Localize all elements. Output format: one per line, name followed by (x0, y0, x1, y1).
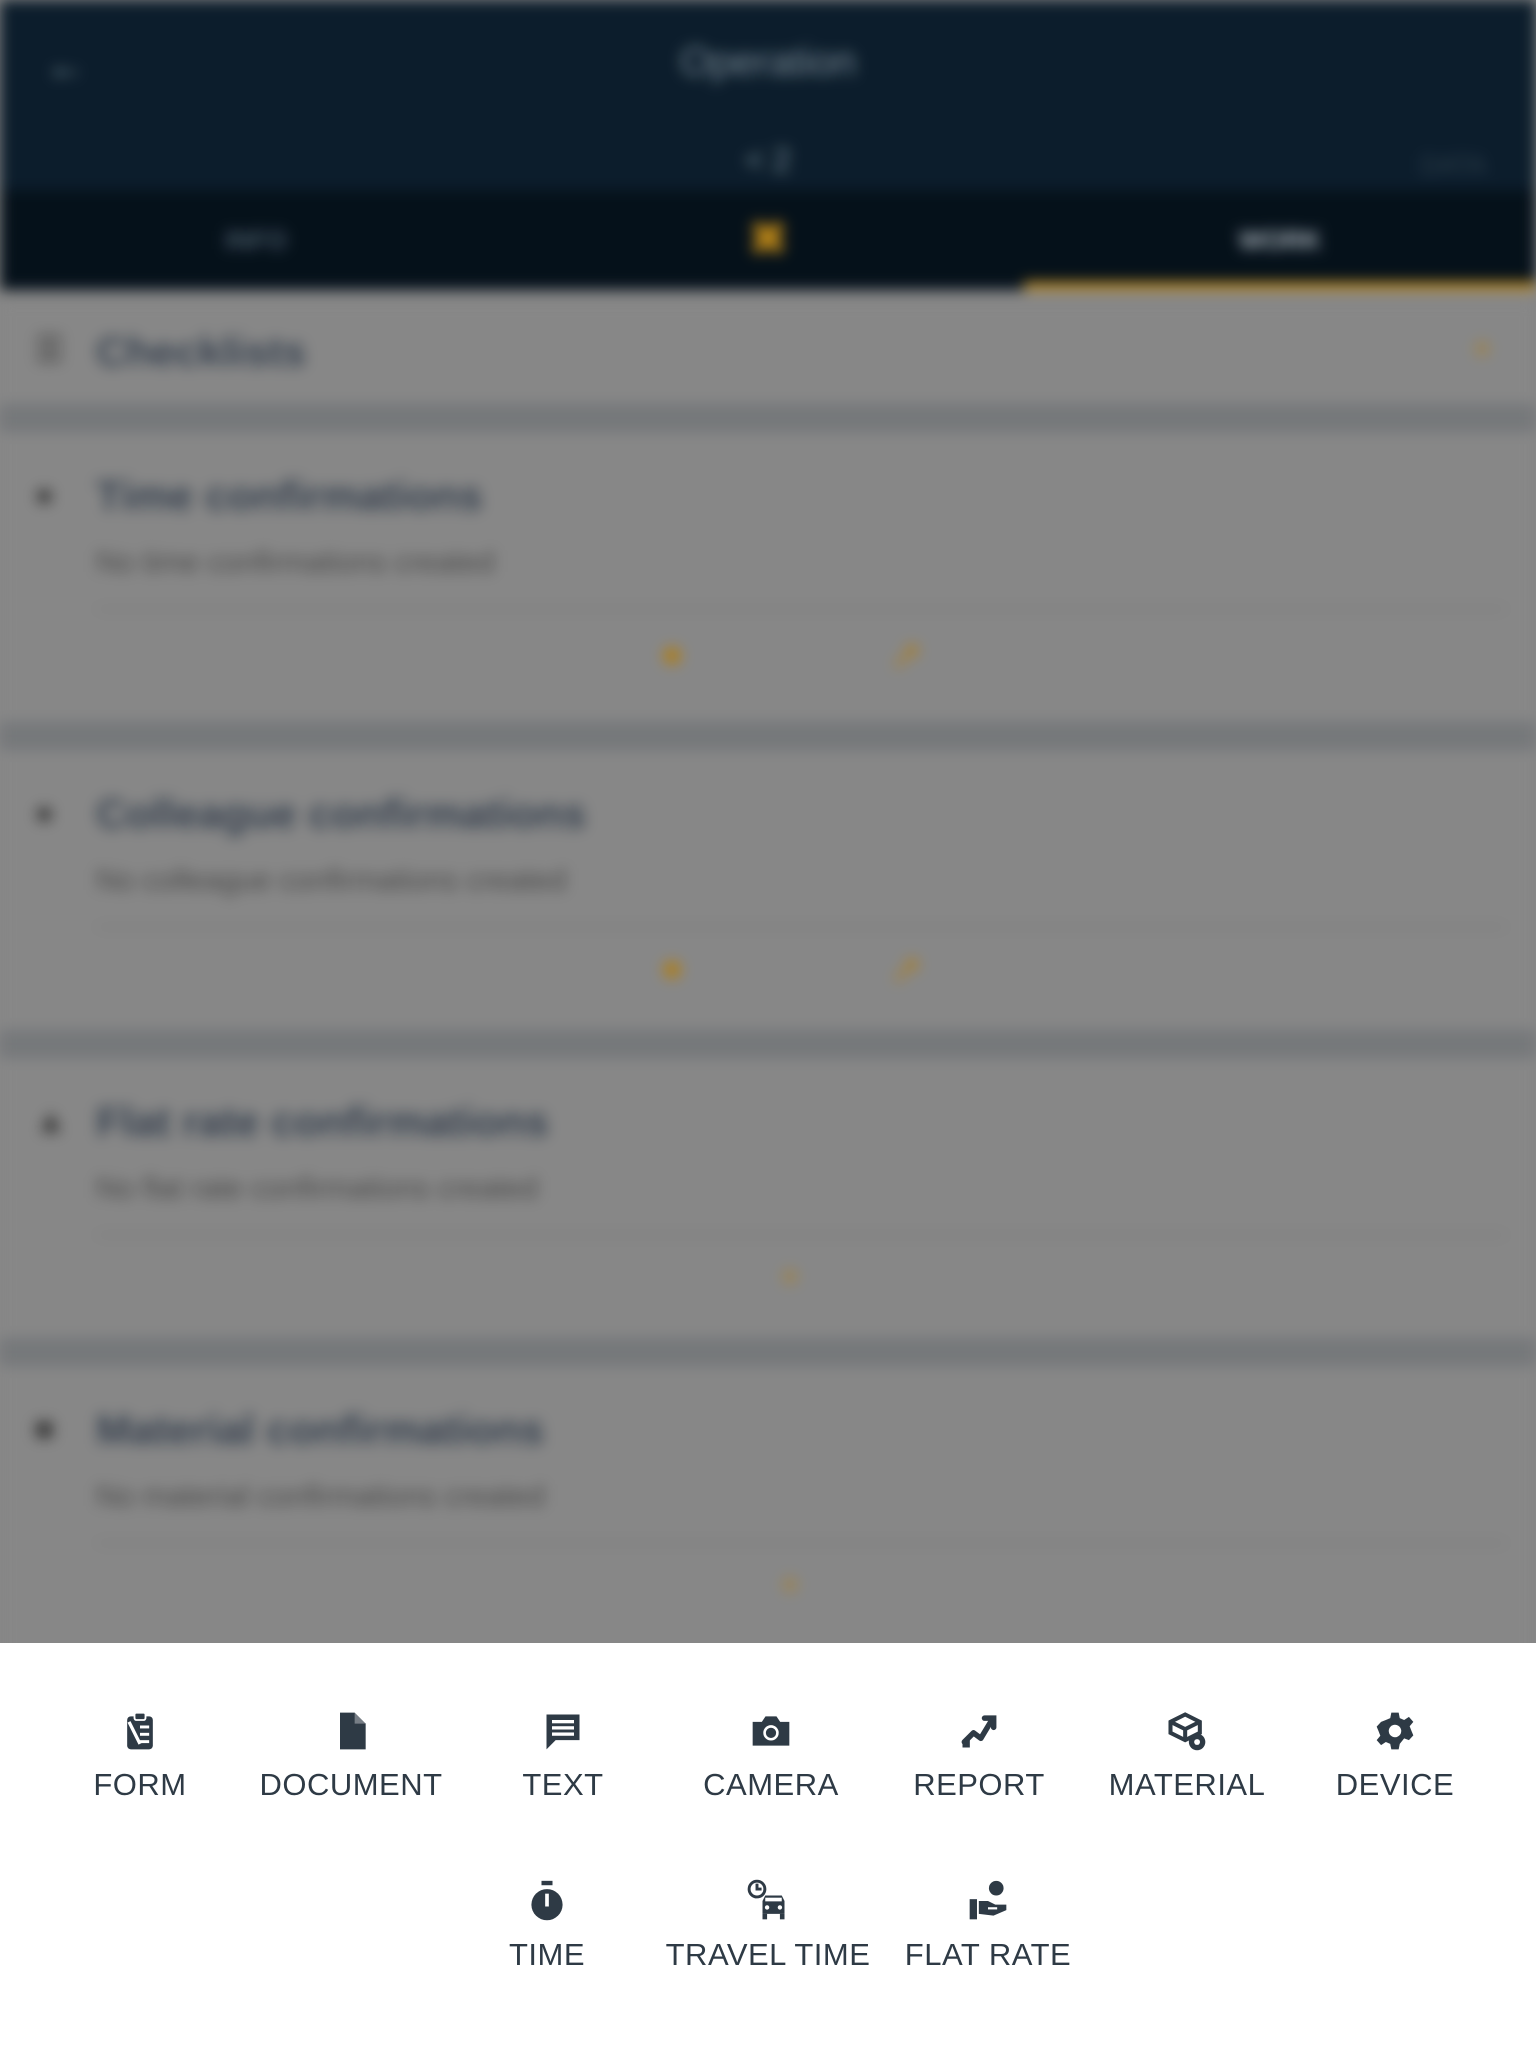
section-colleague-confirmations: ● Colleague confirmations No colleague c… (0, 750, 1536, 1030)
text-icon (546, 1714, 580, 1750)
text-label: TEXT (522, 1767, 604, 1802)
section-time-confirmations: ● Time confirmations No time confirmatio… (0, 432, 1536, 722)
material-button[interactable]: MATERIAL (1082, 1709, 1292, 1803)
section-checklists[interactable]: ☰ Checklists + (0, 300, 1536, 404)
add-icon[interactable]: + (780, 1566, 800, 1605)
start-timer-icon[interactable]: ● (660, 946, 684, 991)
document-button[interactable]: DOCUMENT (246, 1709, 456, 1803)
add-icon[interactable]: + (1472, 330, 1492, 369)
camera-button[interactable]: CAMERA (666, 1709, 876, 1803)
flat-rate-label: FLAT RATE (904, 1937, 1072, 1972)
header-right-text[interactable]: DATA (1421, 150, 1486, 181)
background-app: ← Operation < 2 DATA INFO ✖ WORK ☰ Check… (0, 0, 1536, 1643)
section-title: Checklists (96, 328, 307, 375)
lock-icon: ● (34, 476, 55, 514)
report-icon (961, 1715, 997, 1748)
section-title: Colleague confirmations (96, 790, 587, 837)
section-title: Flat rate confirmations (96, 1098, 549, 1145)
tab-work[interactable]: WORK (1024, 190, 1536, 290)
travel-time-icon (747, 1879, 785, 1920)
gear-icon (1376, 1712, 1414, 1750)
camera-icon (752, 1716, 790, 1746)
flat-rate-icon (969, 1880, 1007, 1920)
divider (96, 1234, 1506, 1236)
device-label: DEVICE (1335, 1767, 1455, 1802)
form-button[interactable]: FORM (35, 1709, 245, 1803)
section-flat-rate-confirmations: ▲ Flat rate confirmations No flat rate c… (0, 1058, 1536, 1338)
travel-time-button[interactable]: TRAVEL TIME (663, 1879, 873, 1973)
section-description: No time confirmations created (96, 546, 495, 579)
section-gap (0, 1030, 1536, 1058)
material-icon (1168, 1712, 1206, 1751)
section-description: No flat rate confirmations created (96, 1172, 538, 1205)
start-timer-icon[interactable]: ● (660, 632, 684, 677)
travel-time-label: TRAVEL TIME (665, 1937, 871, 1972)
divider (96, 608, 1506, 610)
flat-rate-button[interactable]: FLAT RATE (883, 1879, 1093, 1973)
stopwatch-icon (531, 1880, 563, 1921)
section-gap (0, 404, 1536, 432)
add-manual-icon[interactable]: ➚ (890, 946, 924, 992)
page-subtitle: < 2 (745, 142, 791, 178)
tab-info[interactable]: INFO (0, 190, 512, 290)
time-button[interactable]: TIME (442, 1879, 652, 1973)
divider (96, 1542, 1506, 1544)
tab-active-indicator (1024, 282, 1536, 290)
form-label: FORM (93, 1767, 187, 1802)
form-icon (127, 1711, 153, 1750)
section-material-confirmations: ■ Material confirmations No material con… (0, 1366, 1536, 1643)
section-description: No colleague confirmations created (96, 864, 567, 897)
checklist-icon: ☰ (34, 331, 65, 369)
tab-logo[interactable]: ✖ (512, 190, 1024, 290)
page-title: Operation (680, 40, 856, 84)
add-action-sheet: FORM DOCUMENT TEXT CAMERA REPORT MATERIA… (0, 1643, 1536, 2048)
document-label: DOCUMENT (259, 1767, 443, 1802)
flat-rate-icon: ▲ (34, 1102, 68, 1140)
report-label: REPORT (913, 1767, 1045, 1802)
document-icon (340, 1712, 366, 1750)
section-title: Material confirmations (96, 1406, 545, 1453)
tab-bar: INFO ✖ WORK (0, 190, 1536, 290)
material-label: MATERIAL (1108, 1767, 1266, 1802)
divider (96, 926, 1506, 928)
text-button[interactable]: TEXT (458, 1709, 668, 1803)
lock-icon: ● (34, 794, 55, 832)
device-button[interactable]: DEVICE (1290, 1709, 1500, 1803)
add-icon[interactable]: + (780, 1258, 800, 1297)
camera-label: CAMERA (703, 1767, 839, 1802)
time-label: TIME (508, 1937, 586, 1972)
material-icon: ■ (34, 1410, 55, 1448)
report-button[interactable]: REPORT (874, 1709, 1084, 1803)
section-gap (0, 722, 1536, 750)
add-manual-icon[interactable]: ➚ (890, 632, 924, 678)
logo-x-icon: ✖ (747, 213, 789, 266)
section-title: Time confirmations (96, 472, 483, 519)
section-gap (0, 1338, 1536, 1366)
app-header: ← Operation < 2 DATA (0, 0, 1536, 200)
section-description: No material confirmations created (96, 1480, 545, 1513)
